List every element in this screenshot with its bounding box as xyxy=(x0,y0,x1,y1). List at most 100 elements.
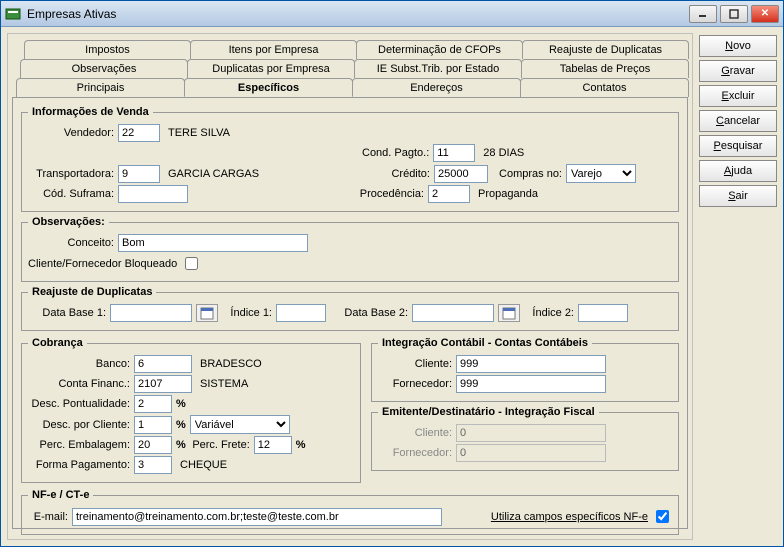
label-conceito: Conceito: xyxy=(28,237,114,249)
input-conceito[interactable] xyxy=(118,234,308,252)
input-procedencia[interactable] xyxy=(428,185,470,203)
input-transportadora[interactable] xyxy=(118,165,160,183)
label-perc-emb: Perc. Embalagem: xyxy=(28,439,130,451)
tab-ie-subst-trib[interactable]: IE Subst.Trib. por Estado xyxy=(354,59,522,78)
label-desc-cliente: Desc. por Cliente: xyxy=(28,419,130,431)
group-fiscal: Emitente/Destinatário - Integração Fisca… xyxy=(371,406,679,471)
input-pontualidade[interactable] xyxy=(134,395,172,413)
label-forma-pg: Forma Pagamento: xyxy=(28,459,130,471)
input-vendedor[interactable] xyxy=(118,124,160,142)
label-nfe-email: E-mail: xyxy=(28,511,68,523)
input-forma-pg[interactable] xyxy=(134,456,172,474)
tab-observacoes[interactable]: Observações xyxy=(20,59,188,78)
cancelar-button[interactable]: Cancelar xyxy=(699,110,777,132)
ajuda-button[interactable]: Ajuda xyxy=(699,160,777,182)
tab-especificos[interactable]: Específicos xyxy=(184,78,353,97)
maximize-button[interactable] xyxy=(720,5,748,23)
calendar-icon[interactable] xyxy=(498,304,520,322)
desc-conta: SISTEMA xyxy=(200,378,248,390)
pesquisar-button[interactable]: Pesquisar xyxy=(699,135,777,157)
select-compras-no[interactable]: Varejo xyxy=(566,164,636,183)
input-cod-suframa[interactable] xyxy=(118,185,188,203)
checkbox-campos-especificos[interactable] xyxy=(656,510,669,523)
select-desc-tipo[interactable]: Variável xyxy=(190,415,290,434)
input-indice2[interactable] xyxy=(578,304,628,322)
input-int-fornecedor[interactable] xyxy=(456,375,606,393)
input-banco[interactable] xyxy=(134,355,192,373)
tab-tabelas-precos[interactable]: Tabelas de Preços xyxy=(521,59,689,78)
label-vendedor: Vendedor: xyxy=(28,127,114,139)
close-button[interactable]: ✕ xyxy=(751,5,779,23)
label-int-fornecedor: Fornecedor: xyxy=(378,378,452,390)
gravar-button[interactable]: Gravar xyxy=(699,60,777,82)
group-venda: Informações de Venda Vendedor: TERE SILV… xyxy=(21,106,679,212)
input-perc-emb[interactable] xyxy=(134,436,172,454)
legend-cobranca: Cobrança xyxy=(28,337,87,349)
minimize-button[interactable] xyxy=(689,5,717,23)
input-perc-frete[interactable] xyxy=(254,436,292,454)
sair-button[interactable]: Sair xyxy=(699,185,777,207)
label-compras-no: Compras no: xyxy=(492,168,562,180)
label-pontualidade: Desc. Pontualidade: xyxy=(28,398,130,410)
tab-principais[interactable]: Principais xyxy=(16,78,185,97)
label-cod-suframa: Cód. Suframa: xyxy=(28,188,114,200)
excluir-button[interactable]: Excluir xyxy=(699,85,777,107)
app-icon xyxy=(5,6,21,22)
app-window: Empresas Ativas ✕ Impostos Itens por Emp… xyxy=(0,0,784,547)
desc-cond-pagto: 28 DIAS xyxy=(483,147,524,159)
label-transportadora: Transportadora: xyxy=(28,168,114,180)
input-desc-cliente[interactable] xyxy=(134,416,172,434)
pct-sign: % xyxy=(176,439,186,451)
calendar-icon[interactable] xyxy=(196,304,218,322)
input-fisc-fornecedor xyxy=(456,444,606,462)
input-indice1[interactable] xyxy=(276,304,326,322)
desc-procedencia: Propaganda xyxy=(478,188,538,200)
group-nfe: NF-e / CT-e E-mail: Utiliza campos espec… xyxy=(21,489,679,535)
label-perc-frete: Perc. Frete: xyxy=(190,439,250,451)
legend-reajuste: Reajuste de Duplicatas xyxy=(28,286,156,298)
label-fisc-cliente: Cliente: xyxy=(378,427,452,439)
legend-nfe: NF-e / CT-e xyxy=(28,489,93,501)
group-reajuste: Reajuste de Duplicatas Data Base 1: Índi… xyxy=(21,286,679,331)
titlebar: Empresas Ativas ✕ xyxy=(1,1,783,27)
tab-reajuste-duplicatas[interactable]: Reajuste de Duplicatas xyxy=(522,40,689,59)
pct-sign: % xyxy=(296,439,306,451)
input-conta[interactable] xyxy=(134,375,192,393)
checkbox-bloqueado[interactable] xyxy=(185,257,198,270)
input-nfe-email[interactable] xyxy=(72,508,442,526)
tab-determinacao-cfops[interactable]: Determinação de CFOPs xyxy=(356,40,523,59)
tab-contatos[interactable]: Contatos xyxy=(520,78,689,97)
label-indice1: Índice 1: xyxy=(222,307,272,319)
label-credito: Crédito: xyxy=(332,168,430,180)
input-data2[interactable] xyxy=(412,304,494,322)
legend-venda: Informações de Venda xyxy=(28,106,153,118)
group-integracao: Integração Contábil - Contas Contábeis C… xyxy=(371,337,679,402)
novo-button[interactable]: Novo xyxy=(699,35,777,57)
group-observacoes: Observações: Conceito: Cliente/Fornecedo… xyxy=(21,216,679,282)
label-int-cliente: Cliente: xyxy=(378,358,452,370)
tab-impostos[interactable]: Impostos xyxy=(24,40,191,59)
input-data1[interactable] xyxy=(110,304,192,322)
legend-fiscal: Emitente/Destinatário - Integração Fisca… xyxy=(378,406,599,418)
label-indice2: Índice 2: xyxy=(524,307,574,319)
legend-integracao: Integração Contábil - Contas Contábeis xyxy=(378,337,592,349)
tab-panel-especificos: Informações de Venda Vendedor: TERE SILV… xyxy=(12,97,688,529)
input-credito[interactable] xyxy=(434,165,488,183)
desc-banco: BRADESCO xyxy=(200,358,262,370)
desc-forma-pg: CHEQUE xyxy=(180,459,227,471)
label-data1: Data Base 1: xyxy=(28,307,106,319)
tab-itens-por-empresa[interactable]: Itens por Empresa xyxy=(190,40,357,59)
label-bloqueado: Cliente/Fornecedor Bloqueado xyxy=(28,258,177,270)
window-title: Empresas Ativas xyxy=(27,7,686,21)
label-fisc-fornecedor: Fornecedor: xyxy=(378,447,452,459)
tab-enderecos[interactable]: Endereços xyxy=(352,78,521,97)
label-data2: Data Base 2: xyxy=(330,307,408,319)
input-int-cliente[interactable] xyxy=(456,355,606,373)
link-campos-especificos[interactable]: Utiliza campos específicos NF-e xyxy=(491,511,648,523)
tab-duplicatas-por-empresa[interactable]: Duplicatas por Empresa xyxy=(187,59,355,78)
pct-sign: % xyxy=(176,398,186,410)
label-procedencia: Procedência: xyxy=(326,188,424,200)
legend-observacoes: Observações: xyxy=(28,216,109,228)
sidebar: Novo Gravar Excluir Cancelar Pesquisar A… xyxy=(699,33,777,540)
input-cond-pagto[interactable] xyxy=(433,144,475,162)
